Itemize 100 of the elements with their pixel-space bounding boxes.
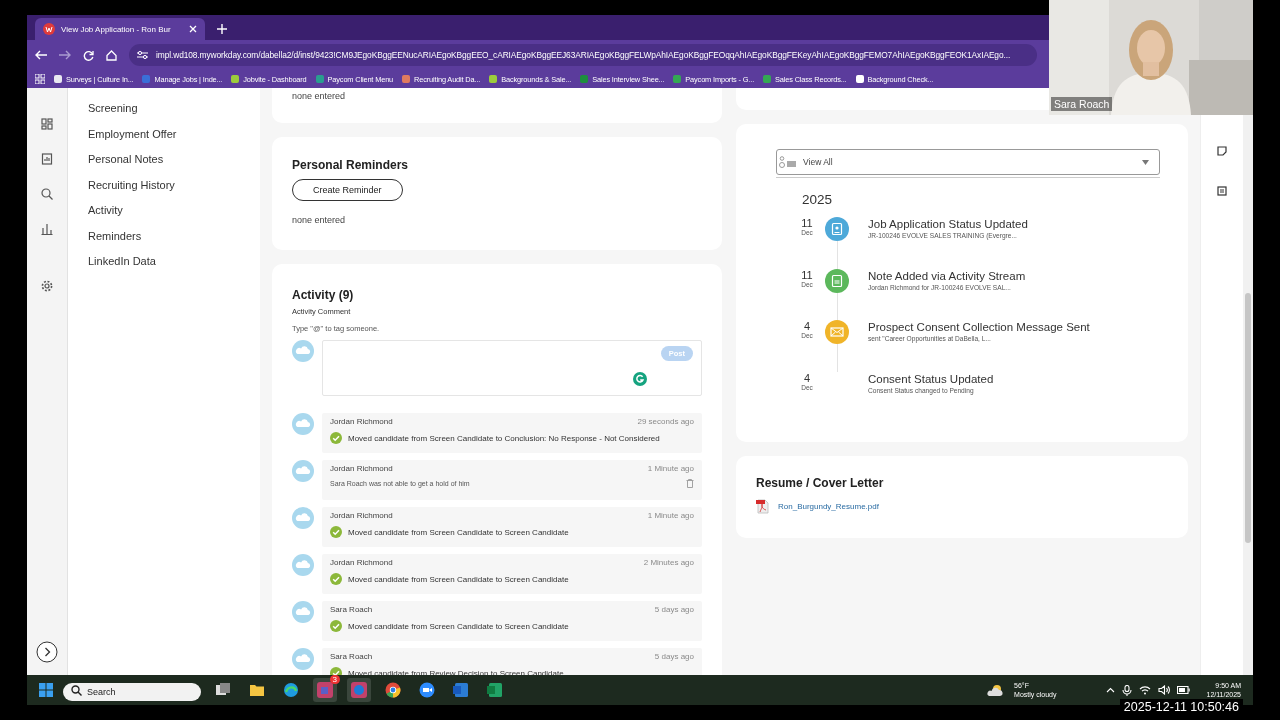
cloudy-weather-icon xyxy=(986,684,1005,696)
pdf-file-icon xyxy=(756,499,770,514)
word-icon[interactable] xyxy=(453,682,469,698)
check-icon xyxy=(330,573,342,585)
event-day: 4 xyxy=(800,320,814,332)
chevron-up-icon[interactable] xyxy=(1106,687,1116,693)
browser-tab[interactable]: View Job Application - Ron Bur xyxy=(35,18,205,40)
wave-icon[interactable] xyxy=(283,682,299,698)
timestamp: 5 days ago xyxy=(654,605,694,614)
author-name: Jordan Richmond xyxy=(330,417,393,426)
envelope-icon xyxy=(825,320,849,344)
timestamp: 29 seconds ago xyxy=(637,417,694,426)
search-icon[interactable] xyxy=(41,188,53,200)
timestamp: 1 Minute ago xyxy=(647,464,694,473)
apps-grid-icon[interactable] xyxy=(35,74,45,84)
url-text: impl.wd108.myworkday.com/dabella2/d/inst/9423!CM9JEgoKBggEENucARIAEgoKBggEEO_cARIAEgoKBggEEJ63ARIAEgoKBggFELWpAhIAEgoKBggFEOqqAhIAEgoKBggFEKeyAhIAEgoKBggFEMO7AhIAEgoKBggFEOK1AxIAEgo... xyxy=(156,50,1011,60)
check-icon xyxy=(330,432,342,444)
sidebar-item[interactable]: LinkedIn Data xyxy=(88,253,156,270)
author-name: Sara Roach xyxy=(330,605,373,614)
sidebar-item[interactable]: Recruiting History xyxy=(88,176,175,193)
avatar-icon xyxy=(292,601,314,623)
bookmark-icon xyxy=(488,74,499,84)
file-link[interactable]: Ron_Burgundy_Resume.pdf xyxy=(778,502,879,511)
status-text: Moved candidate from Screen Candidate to Conclusion: No Response - Not Considered xyxy=(348,433,660,443)
sidebar-item[interactable]: Screening xyxy=(88,100,138,117)
report-icon[interactable] xyxy=(41,153,53,165)
status-text: Moved candidate from Screen Candidate to Screen Candidate xyxy=(348,527,569,537)
grammar-g-icon[interactable] xyxy=(633,372,647,386)
new-tab-icon[interactable] xyxy=(217,24,227,34)
author-name: Sara Roach xyxy=(330,652,373,661)
timestamp: 1 Minute ago xyxy=(647,511,694,520)
bookmark-icon xyxy=(314,74,325,84)
caret-icon xyxy=(1142,159,1149,165)
avatar-icon xyxy=(292,648,314,670)
search-icon xyxy=(71,685,82,696)
sidebar-item[interactable]: Personal Notes xyxy=(88,151,164,168)
note-icon[interactable] xyxy=(1217,146,1227,156)
avatar-icon xyxy=(292,554,314,576)
scrollbar-thumb[interactable] xyxy=(1245,293,1251,543)
settings-icon[interactable] xyxy=(41,280,53,292)
card-title: Personal Reminders xyxy=(292,158,410,172)
event-title: Job Application Status Updated xyxy=(868,218,1028,230)
video-call-icon[interactable] xyxy=(419,682,435,698)
forward-icon[interactable] xyxy=(59,50,71,60)
participant-name: Sara Roach xyxy=(1051,97,1113,111)
expand-icon[interactable] xyxy=(36,641,58,663)
create-reminder-button[interactable]: Create Reminder xyxy=(292,179,403,201)
bookmark-icon xyxy=(53,74,63,84)
card-title: Resume / Cover Letter xyxy=(756,476,885,490)
dashboard-icon[interactable] xyxy=(41,118,53,130)
panel-icon[interactable] xyxy=(1217,186,1227,196)
avatar-icon xyxy=(292,340,314,362)
speaker-icon[interactable] xyxy=(1158,685,1171,695)
document-icon xyxy=(825,268,849,293)
empty-text: none entered xyxy=(292,215,347,225)
avatar-icon xyxy=(292,460,314,482)
person-card-icon xyxy=(779,156,797,168)
notification-badge: 3 xyxy=(329,675,340,684)
status-text: Moved candidate from Screen Candidate to Screen Candidate xyxy=(348,574,569,584)
event-title: Note Added via Activity Stream xyxy=(868,269,1026,282)
avatar-icon xyxy=(292,507,314,529)
empty-text: none entered xyxy=(292,91,347,101)
author-name: Jordan Richmond xyxy=(330,511,393,520)
bookmark-icon xyxy=(401,74,412,84)
microphone-icon[interactable] xyxy=(1122,684,1133,696)
address-field[interactable]: impl.wd108.myworkday.com/dabella2/d/inst/9423!CM9JEgoKBggEENucARIAEgoKBggEEO_cARIAEgoKBggEEJ63ARIAEgoKBggFELWpAhIAEgoKBggFEOqqAhIAEgoKBggFEKeyAhIAEgoKBggFEMO7AhIAEgoKBggFEOK1AxIAEgo... xyxy=(129,44,1037,66)
wifi-icon[interactable] xyxy=(1139,685,1152,695)
sidebar-item[interactable]: Activity xyxy=(88,202,123,219)
spreadsheet-icon[interactable] xyxy=(487,682,503,698)
card-title: Activity (9) xyxy=(292,288,355,302)
timestamp: 2 Minutes ago xyxy=(643,558,694,567)
search-field[interactable]: Search xyxy=(63,683,201,701)
bookmark-icon xyxy=(141,74,152,84)
sidebar-item[interactable]: Employment Offer xyxy=(88,125,177,142)
avatar-icon xyxy=(292,413,314,435)
folder-icon[interactable] xyxy=(249,682,265,698)
bookmark-icon xyxy=(579,74,590,84)
event-title: Consent Status Updated xyxy=(868,372,994,385)
id-badge-icon xyxy=(825,217,849,241)
favicon-icon xyxy=(43,23,55,35)
bookmark-icon xyxy=(672,74,683,84)
reload-icon[interactable] xyxy=(83,49,94,61)
site-settings-icon[interactable] xyxy=(137,50,148,60)
event-day: 4 xyxy=(800,371,814,384)
back-icon[interactable] xyxy=(35,50,47,60)
bar-chart-icon[interactable] xyxy=(41,223,53,235)
home-icon[interactable] xyxy=(106,49,117,61)
check-icon xyxy=(330,526,342,538)
task-view-icon[interactable] xyxy=(215,682,231,698)
chrome-icon[interactable] xyxy=(385,682,401,698)
close-icon[interactable] xyxy=(189,25,197,33)
battery-icon[interactable] xyxy=(1177,686,1191,694)
event-title: Prospect Consent Collection Message Sent xyxy=(868,321,1090,333)
year-heading: 2025 xyxy=(802,192,834,207)
bookmark-icon xyxy=(854,74,865,84)
bookmark-icon xyxy=(762,74,773,84)
sidebar-item[interactable]: Reminders xyxy=(88,227,142,244)
bookmark-icon xyxy=(230,74,241,84)
status-text: Moved candidate from Review Decision to Screen Candidate xyxy=(348,668,564,675)
filter-dropdown[interactable]: View All xyxy=(776,149,1160,175)
